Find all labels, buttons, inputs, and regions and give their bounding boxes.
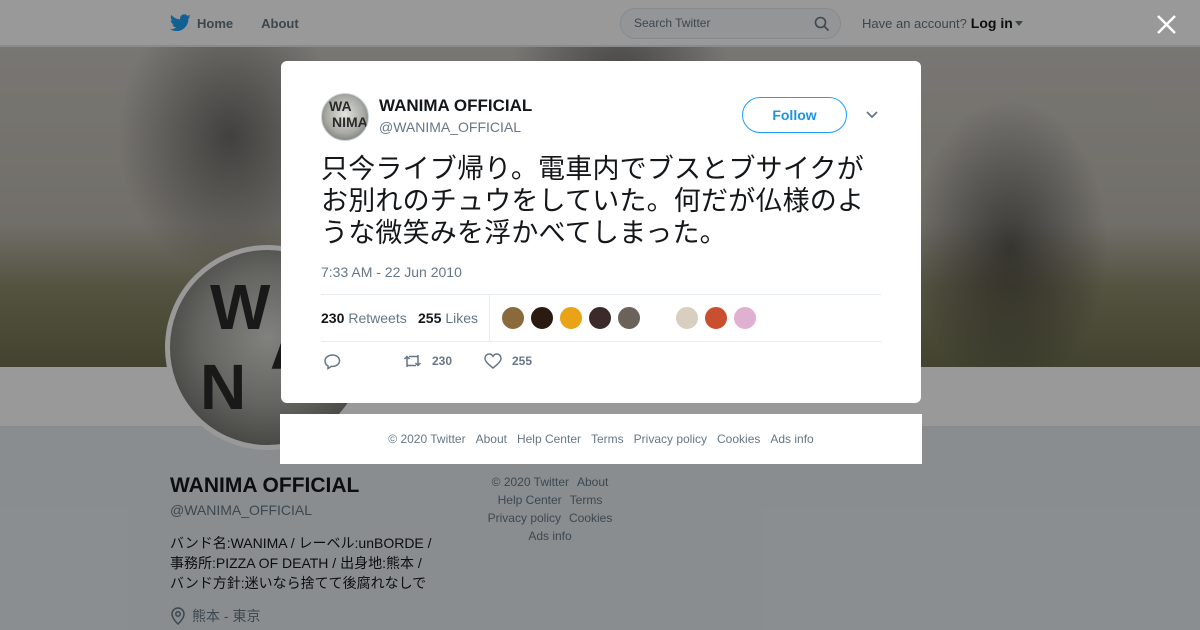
retweet-count: 230	[432, 354, 453, 368]
tweet-actions: 230 255	[321, 351, 621, 375]
follow-button[interactable]: Follow	[742, 97, 847, 133]
likes-label: Likes	[445, 310, 479, 326]
liker-avatar[interactable]	[588, 306, 612, 330]
footer-about-link[interactable]: About	[476, 432, 507, 446]
footer-privacy-link[interactable]: Privacy policy	[634, 432, 707, 446]
liker-avatar[interactable]	[501, 306, 525, 330]
tweet-text: 只今ライブ帰り。電車内でブスとブサイクがお別れのチュウをしていた。何だが仏様のよ…	[321, 154, 865, 248]
like-count: 255	[512, 354, 533, 368]
like-button[interactable]: 255	[484, 353, 532, 369]
heart-icon	[484, 353, 502, 369]
liker-avatar[interactable]	[733, 306, 757, 330]
retweet-button[interactable]: 230	[403, 353, 452, 369]
reply-icon	[324, 354, 341, 370]
retweet-icon	[403, 355, 422, 367]
retweets-count: 230	[321, 310, 345, 326]
tweet-timestamp[interactable]: 7:33 AM - 22 Jun 2010	[321, 264, 462, 280]
tweet-author-handle[interactable]: @WANIMA_OFFICIAL	[379, 119, 521, 135]
stats-divider	[489, 295, 490, 342]
reply-button[interactable]	[324, 353, 351, 370]
footer-terms-link[interactable]: Terms	[591, 432, 624, 446]
footer-ads-link[interactable]: Ads info	[770, 432, 813, 446]
likes-count: 255	[418, 310, 442, 326]
tweet-stats: 230 Retweets 255 Likes	[321, 294, 881, 342]
liker-avatar[interactable]	[704, 306, 728, 330]
modal-footer: © 2020 Twitter About Help Center Terms P…	[280, 414, 922, 464]
liker-avatar[interactable]	[675, 306, 699, 330]
tweet-modal: WA NIMA WANIMA OFFICIAL @WANIMA_OFFICIAL…	[281, 61, 921, 403]
close-icon[interactable]	[1153, 11, 1180, 38]
retweets-label: Retweets	[348, 310, 407, 326]
liker-avatar[interactable]	[559, 306, 583, 330]
tweet-author-avatar[interactable]: WA NIMA	[321, 93, 369, 141]
tweet-author-name[interactable]: WANIMA OFFICIAL	[379, 96, 532, 116]
liker-avatar[interactable]	[617, 306, 641, 330]
chevron-down-icon[interactable]	[865, 110, 879, 120]
likes-stat[interactable]: 255 Likes	[418, 310, 478, 326]
footer-help-link[interactable]: Help Center	[517, 432, 581, 446]
footer-cookies-link[interactable]: Cookies	[717, 432, 760, 446]
footer-copyright: © 2020 Twitter	[388, 432, 466, 446]
liker-avatar[interactable]	[530, 306, 554, 330]
retweets-stat[interactable]: 230 Retweets	[321, 310, 407, 326]
